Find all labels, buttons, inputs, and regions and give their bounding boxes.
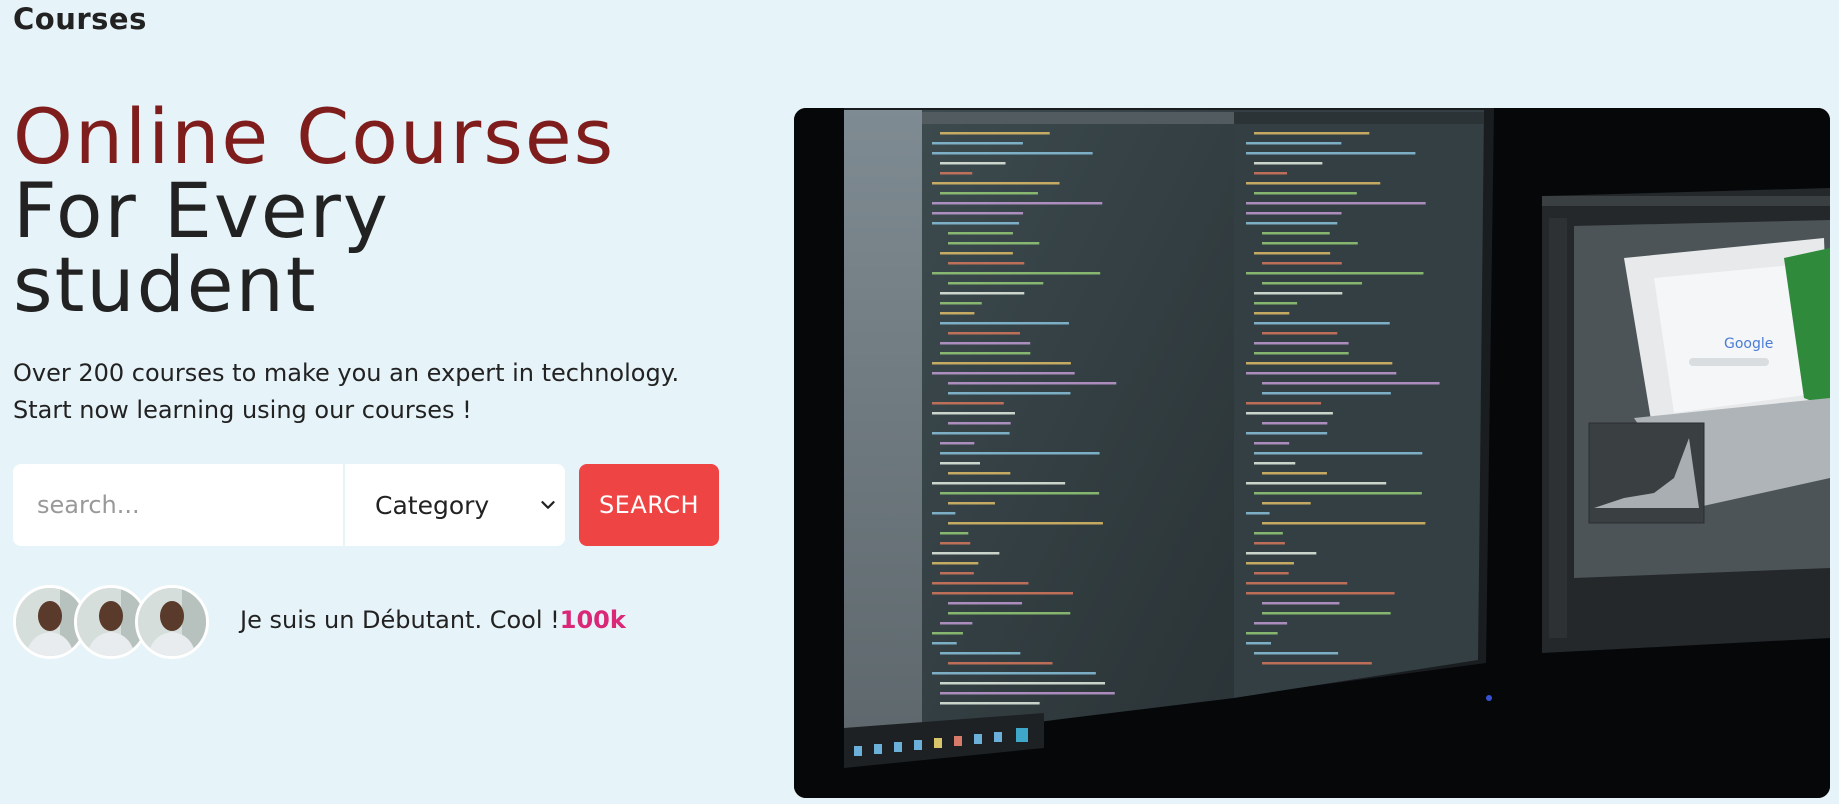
category-select-value: Category xyxy=(375,490,490,520)
site-brand[interactable]: Courses xyxy=(13,2,147,36)
search-bar: Category xyxy=(13,464,565,546)
chevron-down-icon xyxy=(541,501,555,509)
browser-logo-text: Google xyxy=(1724,336,1773,352)
avatar xyxy=(135,585,209,659)
community-text: Je suis un Débutant. Cool !100k xyxy=(240,606,626,634)
hero-image: Google xyxy=(794,108,1830,798)
headline-line-2: For Every xyxy=(13,166,390,255)
search-button[interactable]: SEARCH xyxy=(579,464,719,546)
monitor-with-code-image: Google xyxy=(794,108,1830,798)
hero-description: Over 200 courses to make you an expert i… xyxy=(13,355,679,429)
community-count: 100k xyxy=(559,606,626,634)
headline-line-3: student xyxy=(13,240,318,329)
headline-accent: Online Courses xyxy=(13,92,616,181)
hero-headline: Online Courses For Every student xyxy=(13,92,616,329)
community-label: Je suis un Débutant. Cool ! xyxy=(240,606,560,634)
category-select[interactable]: Category xyxy=(345,464,565,546)
description-line-1: Over 200 courses to make you an expert i… xyxy=(13,359,680,387)
search-input[interactable] xyxy=(13,464,343,546)
description-line-2: Start now learning using our courses ! xyxy=(13,396,472,424)
